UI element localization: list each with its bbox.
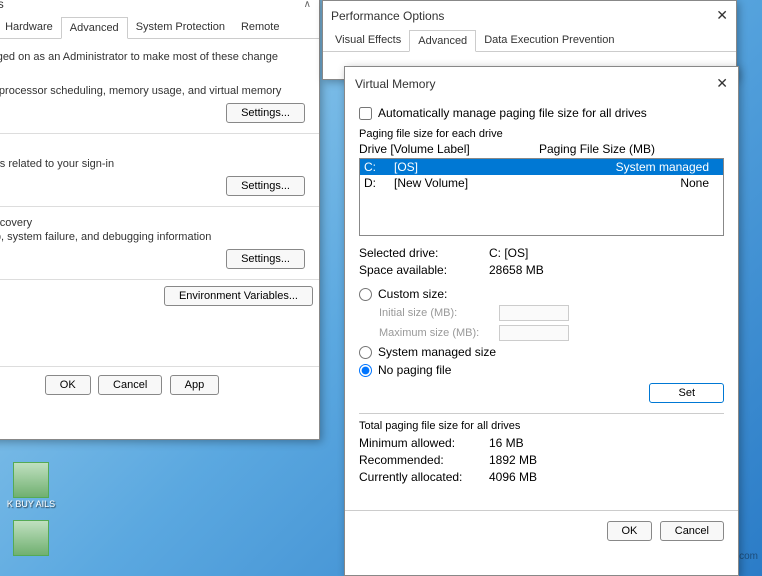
drive-paging-size: None xyxy=(544,176,719,190)
section-title: up and Recovery xyxy=(0,217,311,229)
drive-info: Selected drive: C: [OS] Space available:… xyxy=(359,246,724,277)
shortcut-label: K BUY AILS xyxy=(6,500,56,510)
window-titlebar: Virtual Memory ✕ xyxy=(345,67,738,100)
virtual-memory-window: Virtual Memory ✕ Automatically manage pa… xyxy=(344,66,739,576)
custom-size-row: Custom size: xyxy=(359,287,724,301)
performance-section: mance al effects, processor scheduling, … xyxy=(0,67,319,127)
section-title: mance xyxy=(0,71,311,83)
auto-manage-label: Automatically manage paging file size fo… xyxy=(378,106,647,120)
window-titlebar: Performance Options ✕ xyxy=(323,1,736,30)
header-drive: Drive [Volume Label] xyxy=(359,142,539,156)
paging-label: Paging file size for each drive xyxy=(359,128,724,140)
drive-row[interactable]: D: [New Volume] None xyxy=(360,175,723,191)
divider xyxy=(0,133,319,134)
custom-size-radio[interactable] xyxy=(359,288,372,301)
dialog-buttons: OK Cancel xyxy=(345,510,738,549)
profiles-section: Profiles top settings related to your si… xyxy=(0,140,319,200)
system-managed-radio[interactable] xyxy=(359,346,372,359)
initial-size-row: Initial size (MB): xyxy=(379,305,724,321)
cancel-button[interactable]: Cancel xyxy=(660,521,724,541)
content-area: ust be logged on as an Administrator to … xyxy=(0,39,319,411)
close-icon[interactable]: ✕ xyxy=(716,7,728,24)
admin-note: ust be logged on as an Administrator to … xyxy=(0,47,319,67)
drive-letter: C: xyxy=(364,160,394,174)
dialog-buttons: OK Cancel App xyxy=(0,366,319,403)
divider xyxy=(359,413,724,414)
close-icon[interactable]: ✕ xyxy=(716,75,728,92)
selected-drive-value: C: [OS] xyxy=(489,246,724,260)
tabs: Visual Effects Advanced Data Execution P… xyxy=(323,30,736,52)
cancel-button[interactable]: Cancel xyxy=(98,375,162,395)
section-desc: em startup, system failure, and debuggin… xyxy=(0,231,311,243)
system-managed-row: System managed size xyxy=(359,345,724,359)
header-size: Paging File Size (MB) xyxy=(539,142,655,156)
dialog-body: Automatically manage paging file size fo… xyxy=(345,100,738,500)
tab-system-protection[interactable]: System Protection xyxy=(128,17,233,38)
maximum-size-row: Maximum size (MB): xyxy=(379,325,724,341)
initial-size-input[interactable] xyxy=(499,305,569,321)
auto-manage-checkbox[interactable] xyxy=(359,107,372,120)
drive-paging-size: System managed xyxy=(544,160,719,174)
window-titlebar: Properties ∧ xyxy=(0,0,319,17)
no-paging-radio[interactable] xyxy=(359,364,372,377)
ok-button[interactable]: OK xyxy=(45,375,91,395)
profiles-settings-button[interactable]: Settings... xyxy=(226,176,305,196)
custom-size-label: Custom size: xyxy=(378,287,447,301)
maximum-size-input[interactable] xyxy=(499,325,569,341)
total-title: Total paging file size for all drives xyxy=(359,420,724,432)
initial-size-label: Initial size (MB): xyxy=(379,307,499,319)
excel-icon xyxy=(13,520,49,556)
apply-button[interactable]: App xyxy=(170,375,220,395)
tab-advanced[interactable]: Advanced xyxy=(61,17,128,39)
divider xyxy=(0,206,319,207)
system-properties-window: Properties ∧ r Name Hardware Advanced Sy… xyxy=(0,0,320,440)
performance-settings-button[interactable]: Settings... xyxy=(226,103,305,123)
drive-row[interactable]: C: [OS] System managed xyxy=(360,159,723,175)
ok-button[interactable]: OK xyxy=(607,521,653,541)
window-title: Properties xyxy=(0,0,4,11)
tab-visual-effects[interactable]: Visual Effects xyxy=(327,30,409,51)
divider xyxy=(0,279,319,280)
tab-remote[interactable]: Remote xyxy=(233,17,288,38)
recommended-value: 1892 MB xyxy=(489,453,724,467)
tab-advanced[interactable]: Advanced xyxy=(409,30,476,52)
startup-section: up and Recovery em startup, system failu… xyxy=(0,213,319,273)
environment-variables-button[interactable]: Environment Variables... xyxy=(164,286,313,306)
space-available-label: Space available: xyxy=(359,263,489,277)
tabs: r Name Hardware Advanced System Protecti… xyxy=(0,17,319,39)
no-paging-label: No paging file xyxy=(378,363,451,377)
window-title: Performance Options xyxy=(331,9,444,23)
tab-hardware[interactable]: Hardware xyxy=(0,17,61,38)
set-button[interactable]: Set xyxy=(649,383,724,403)
drive-volume: [New Volume] xyxy=(394,176,544,190)
currently-allocated-label: Currently allocated: xyxy=(359,470,489,484)
minimum-allowed-label: Minimum allowed: xyxy=(359,436,489,450)
selected-drive-label: Selected drive: xyxy=(359,246,489,260)
chevron-up-icon[interactable]: ∧ xyxy=(304,0,311,10)
window-title: Virtual Memory xyxy=(355,77,435,91)
drive-list-header: Drive [Volume Label] Paging File Size (M… xyxy=(359,142,724,156)
desktop-shortcut-1[interactable]: K BUY AILS xyxy=(6,462,56,510)
minimum-allowed-value: 16 MB xyxy=(489,436,724,450)
space-available-value: 28658 MB xyxy=(489,263,724,277)
no-paging-row: No paging file xyxy=(359,363,724,377)
tab-dep[interactable]: Data Execution Prevention xyxy=(476,30,622,51)
drive-volume: [OS] xyxy=(394,160,544,174)
drive-letter: D: xyxy=(364,176,394,190)
desktop-shortcut-2[interactable] xyxy=(6,520,56,556)
startup-settings-button[interactable]: Settings... xyxy=(226,249,305,269)
auto-manage-row: Automatically manage paging file size fo… xyxy=(359,106,724,120)
maximum-size-label: Maximum size (MB): xyxy=(379,327,499,339)
totals-grid: Minimum allowed: 16 MB Recommended: 1892… xyxy=(359,436,724,484)
recommended-label: Recommended: xyxy=(359,453,489,467)
system-managed-label: System managed size xyxy=(378,345,496,359)
section-desc: top settings related to your sign-in xyxy=(0,158,311,170)
section-desc: al effects, processor scheduling, memory… xyxy=(0,85,311,97)
drive-list[interactable]: C: [OS] System managed D: [New Volume] N… xyxy=(359,158,724,236)
desktop-icons: K BUY AILS xyxy=(6,462,56,566)
section-title: Profiles xyxy=(0,144,311,156)
currently-allocated-value: 4096 MB xyxy=(489,470,724,484)
excel-icon xyxy=(13,462,49,498)
